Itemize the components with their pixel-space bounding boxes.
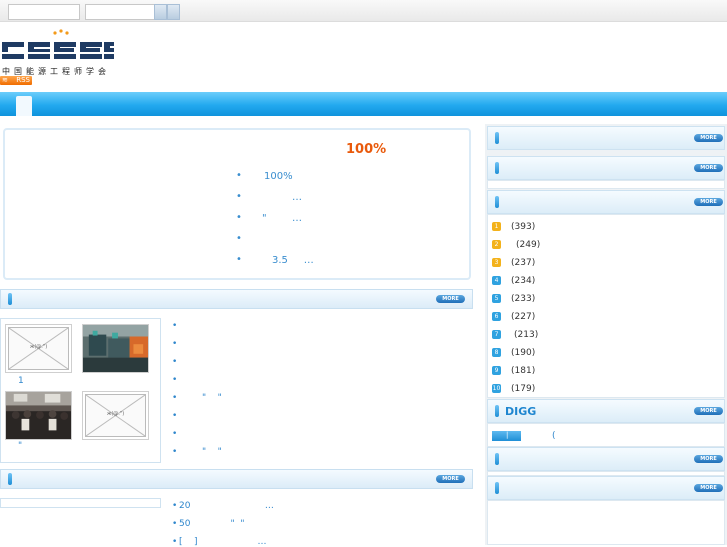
image-placeholder-icon: ж(@.") <box>8 327 69 370</box>
section1-header: MORE <box>0 289 473 309</box>
list-item[interactable]: • <box>172 429 177 439</box>
sidebar-box5-header: MORE <box>487 447 725 471</box>
list-item[interactable]: • <box>172 411 177 421</box>
category-icon: 7 <box>492 330 501 339</box>
section2-image-panel <box>0 498 161 508</box>
photo-thumb[interactable]: ж(@.") <box>5 324 72 373</box>
image-placeholder-icon: ж(@.") <box>85 394 146 437</box>
list-item[interactable]: • " " <box>172 447 222 457</box>
sidebar-box2-header: MORE <box>487 156 725 180</box>
category-icon: 8 <box>492 348 501 357</box>
category-icon: 9 <box>492 366 501 375</box>
list-item[interactable]: • 50 " " <box>172 519 245 529</box>
placeholder-label: ж(@.") <box>29 344 48 351</box>
section-marker-icon <box>495 482 499 494</box>
photo-thumb[interactable] <box>82 324 149 373</box>
section-marker-icon <box>495 405 499 417</box>
promo-title: 100% <box>346 142 387 157</box>
section-marker-icon <box>8 473 12 485</box>
site-logo[interactable] <box>2 28 114 68</box>
section-marker-icon <box>495 196 499 208</box>
digg-more-button[interactable]: MORE <box>694 407 723 415</box>
digg-count-badge[interactable]: | <box>492 431 521 441</box>
sidebar-box2-more-button[interactable]: MORE <box>694 164 723 172</box>
login-button[interactable] <box>154 4 167 20</box>
list-item[interactable]: • " " <box>172 393 222 403</box>
register-button[interactable] <box>167 4 180 20</box>
list-item[interactable]: • <box>172 339 177 349</box>
section2-more-button[interactable]: MORE <box>436 475 465 483</box>
digg-item[interactable]: ( <box>552 431 556 441</box>
category-more-button[interactable]: MORE <box>694 198 723 206</box>
promo-item[interactable]: • " … <box>236 212 302 224</box>
section-marker-icon <box>495 453 499 465</box>
section1-more-button[interactable]: MORE <box>436 295 465 303</box>
promo-item[interactable]: •… <box>236 191 302 203</box>
sidebar-box6-more-button[interactable]: MORE <box>694 484 723 492</box>
digg-header: DIGG MORE <box>487 399 725 423</box>
section-marker-icon <box>8 293 12 305</box>
nav-tab-home[interactable] <box>16 96 32 116</box>
password-input[interactable] <box>85 4 157 20</box>
category-icon: 5 <box>492 294 501 303</box>
sidebar-box1-header: MORE <box>487 126 725 150</box>
category-icon: 1 <box>492 222 501 231</box>
machinery-photo <box>83 325 148 372</box>
photo-thumb[interactable]: ж(@.") <box>82 391 149 440</box>
sidebar-box5-more-button[interactable]: MORE <box>694 455 723 463</box>
sidebar-box6-body <box>487 500 725 545</box>
crowd-photo <box>6 392 71 439</box>
digg-body <box>487 423 725 447</box>
rss-icon: ≋ <box>2 76 8 84</box>
thumb-caption[interactable]: 1 <box>18 376 24 386</box>
sidebar-box6-header: MORE <box>487 476 725 500</box>
list-item[interactable]: • <box>172 375 177 385</box>
list-item[interactable]: • <box>172 357 177 367</box>
category-icon: 10 <box>492 384 501 393</box>
list-item[interactable]: •[ ] … <box>172 537 267 547</box>
digg-title: DIGG <box>505 405 537 418</box>
rss-button[interactable]: ≋ RSS <box>0 76 32 85</box>
section2-header: MORE <box>0 469 473 489</box>
category-header: MORE <box>487 190 725 214</box>
promo-item[interactable]: • <box>236 233 242 244</box>
sidebar-box1-more-button[interactable]: MORE <box>694 134 723 142</box>
promo-item[interactable]: • 100% <box>236 170 293 182</box>
rss-label: RSS <box>16 76 30 84</box>
category-icon: 3 <box>492 258 501 267</box>
category-icon: 4 <box>492 276 501 285</box>
main-nav <box>0 92 727 116</box>
category-icon: 6 <box>492 312 501 321</box>
list-item[interactable]: • 20 … <box>172 501 274 511</box>
photo-thumb[interactable] <box>5 391 72 440</box>
category-icon: 2 <box>492 240 501 249</box>
sidebar-box2-body <box>487 180 725 189</box>
username-input[interactable] <box>8 4 80 20</box>
promo-item[interactable]: • 3.5 … <box>236 254 314 266</box>
list-item[interactable]: • <box>172 321 177 331</box>
section-marker-icon <box>495 132 499 144</box>
section-marker-icon <box>495 162 499 174</box>
placeholder-label: ж(@.") <box>106 411 125 418</box>
thumb-caption[interactable]: " <box>18 441 22 451</box>
